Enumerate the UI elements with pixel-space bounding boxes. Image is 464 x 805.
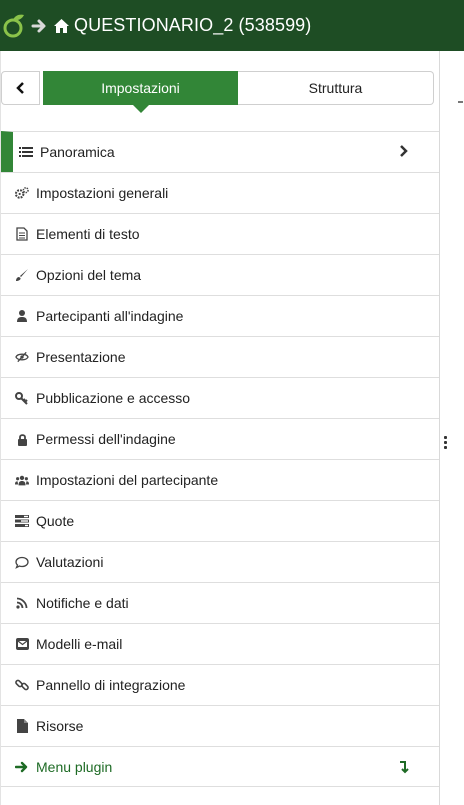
sidebar-tabs: Impostazioni Struttura — [1, 71, 434, 113]
tab-settings[interactable]: Impostazioni — [43, 71, 238, 113]
collapse-handle[interactable] — [458, 101, 463, 103]
key-icon — [15, 391, 29, 405]
comment-icon — [15, 555, 29, 569]
sidebar-border — [439, 51, 440, 805]
menu-item-integration-panel[interactable]: Pannello di integrazione — [1, 664, 439, 705]
survey-title-link[interactable]: QUESTIONARIO_2 (538599) — [74, 15, 311, 36]
file-icon — [15, 719, 29, 733]
menu-item-label: Pannello di integrazione — [36, 677, 186, 693]
lock-icon — [15, 432, 29, 446]
menu-item-survey-participants[interactable]: Partecipanti all'indagine — [1, 295, 439, 336]
collapse-sidebar-button[interactable] — [1, 71, 40, 105]
eye-slash-icon — [15, 350, 29, 364]
top-bar: QUESTIONARIO_2 (538599) — [0, 0, 464, 51]
menu-item-label: Risorse — [36, 718, 84, 734]
menu-item-label: Impostazioni generali — [36, 185, 169, 201]
menu-item-participant-settings[interactable]: Impostazioni del partecipante — [1, 459, 439, 500]
menu-item-publication-access[interactable]: Pubblicazione e accesso — [1, 377, 439, 418]
menu-item-label: Impostazioni del partecipante — [36, 472, 219, 488]
menu-item-label: Notifiche e dati — [36, 595, 129, 611]
menu-item-resources[interactable]: Risorse — [1, 705, 439, 746]
cogs-icon — [15, 186, 29, 200]
menu-item-label: Modelli e-mail — [36, 636, 123, 652]
menu-item-quotas[interactable]: Quote — [1, 500, 439, 541]
menu-item-notifications-data[interactable]: Notifiche e dati — [1, 582, 439, 623]
menu-item-label: Presentazione — [36, 349, 126, 365]
limesurvey-logo[interactable] — [3, 13, 25, 39]
chevron-left-icon — [15, 82, 24, 94]
menu-item-email-templates[interactable]: Modelli e-mail — [1, 623, 439, 664]
rss-icon — [15, 596, 29, 610]
menu-item-label: Panoramica — [40, 144, 115, 160]
level-down-icon — [399, 760, 409, 777]
home-icon[interactable] — [53, 18, 70, 34]
menu-item-plugin-menu[interactable]: Menu plugin — [1, 746, 439, 787]
menu-item-label: Quote — [36, 513, 75, 529]
user-icon — [15, 309, 29, 323]
menu-item-theme-options[interactable]: Opzioni del tema — [1, 254, 439, 295]
sidebar-resize-handle[interactable] — [444, 436, 447, 451]
arrow-right-icon — [31, 18, 47, 34]
arrow-right-icon — [15, 760, 29, 774]
menu-item-survey-permissions[interactable]: Permessi dell'indagine — [1, 418, 439, 459]
menu-item-label: Valutazioni — [36, 554, 104, 570]
menu-item-overview[interactable]: Panoramica — [1, 131, 439, 172]
document-icon — [15, 227, 29, 241]
list-icon — [19, 145, 33, 159]
paintbrush-icon — [15, 268, 29, 282]
menu-item-label: Permessi dell'indagine — [36, 431, 176, 447]
settings-menu: Panoramica Impostazioni generali Element… — [1, 131, 439, 787]
menu-item-label: Elementi di testo — [36, 226, 140, 242]
menu-item-label: Opzioni del tema — [36, 267, 142, 283]
chevron-right-icon — [399, 144, 409, 161]
envelope-icon — [15, 637, 29, 651]
menu-item-label: Pubblicazione e accesso — [36, 390, 191, 406]
menu-item-label: Partecipanti all'indagine — [36, 308, 184, 324]
menu-item-text-elements[interactable]: Elementi di testo — [1, 213, 439, 254]
users-icon — [15, 473, 29, 487]
menu-item-presentation[interactable]: Presentazione — [1, 336, 439, 377]
menu-item-label: Menu plugin — [36, 758, 113, 775]
link-icon — [15, 678, 29, 692]
menu-item-assessments[interactable]: Valutazioni — [1, 541, 439, 582]
menu-item-general-settings[interactable]: Impostazioni generali — [1, 172, 439, 213]
tasks-icon — [15, 514, 29, 528]
tab-structure[interactable]: Struttura — [238, 71, 434, 105]
